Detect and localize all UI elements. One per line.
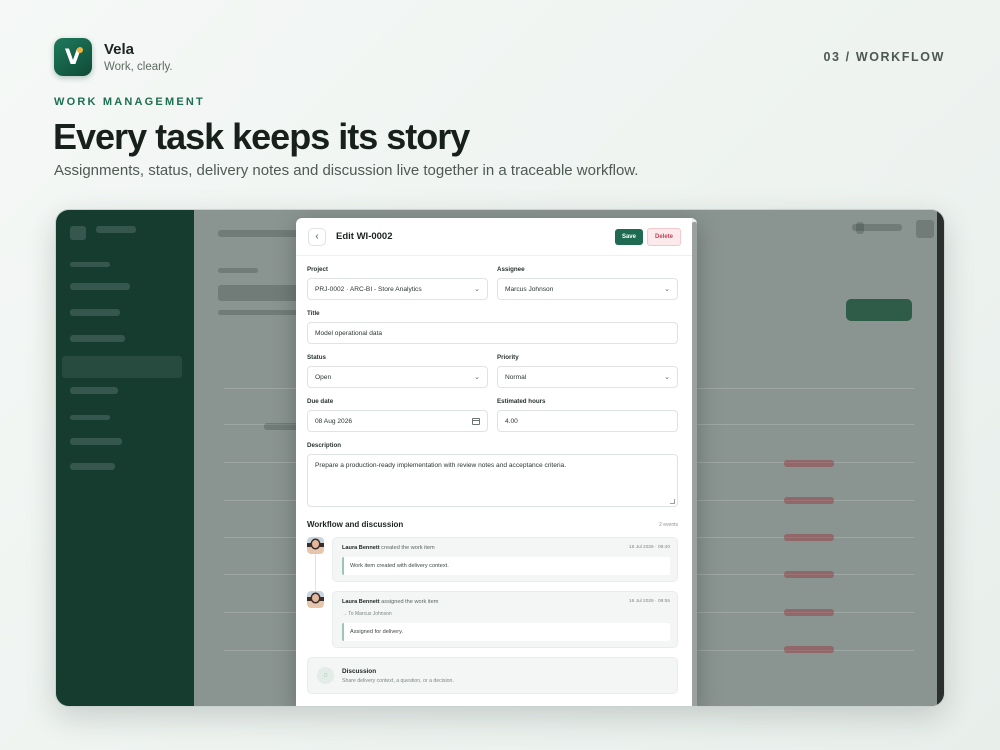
chevron-left-icon: ‹ [315, 231, 319, 242]
subline: Assignments, status, delivery notes and … [54, 162, 639, 179]
event-actor: Laura Bennett [342, 545, 380, 551]
avatar [307, 537, 324, 554]
brand: V Vela Work, clearly. [54, 38, 173, 76]
brand-tagline: Work, clearly. [104, 61, 173, 73]
logo-dot [77, 47, 83, 53]
event-timestamp: 16 Jul 2026 · 09:40 [628, 545, 670, 550]
priority-label: Priority [497, 354, 519, 361]
chevron-down-icon: ⌄ [474, 374, 480, 381]
priority-value: Normal [505, 373, 527, 381]
due-date-value: 08 Aug 2026 [315, 417, 353, 425]
save-button[interactable]: Save [614, 228, 643, 245]
project-label: Project [307, 266, 328, 273]
assignee-value: Marcus Johnson [505, 285, 554, 293]
vela-logo: V [54, 38, 92, 76]
event-assignee-target: → To Marcus Johnson [342, 611, 392, 617]
status-label: Status [307, 354, 326, 361]
workflow-event-count: 2 events [659, 521, 678, 528]
discussion-panel[interactable]: ◌ Discussion Share delivery context, a q… [307, 657, 678, 694]
modal-scrollbar[interactable] [692, 218, 697, 706]
due-date-label: Due date [307, 398, 334, 405]
event-card: Laura Bennett created the work item 16 J… [332, 537, 678, 582]
due-date-input[interactable]: 08 Aug 2026 [307, 410, 488, 432]
event-note: Work item created with delivery context. [342, 557, 670, 575]
event-timestamp: 16 Jul 2026 · 09:55 [628, 599, 670, 604]
description-label: Description [307, 442, 342, 449]
timeline-event: Laura Bennett assigned the work item 16 … [307, 591, 678, 648]
event-summary: Laura Bennett assigned the work item [342, 599, 438, 605]
assignee-select[interactable]: Marcus Johnson ⌄ [497, 278, 678, 300]
chat-bubble-icon: ◌ [317, 667, 334, 684]
calendar-icon[interactable] [472, 417, 480, 425]
chevron-down-icon: ⌄ [664, 286, 670, 293]
event-card: Laura Bennett assigned the work item 16 … [332, 591, 678, 648]
priority-select[interactable]: Normal ⌄ [497, 366, 678, 388]
resize-handle-icon[interactable] [670, 499, 675, 504]
status-value: Open [315, 373, 332, 381]
event-note: Assigned for delivery. [342, 623, 670, 641]
project-select[interactable]: PRJ-0002 · ARC-BI - Store Analytics ⌄ [307, 278, 488, 300]
event-action: created the work item [381, 545, 435, 551]
page-scrollbar[interactable] [937, 210, 944, 706]
app-screenshot: ‹ Edit WI-0002 Save Delete Project PRJ-0… [55, 209, 945, 707]
timeline-event: Laura Bennett created the work item 16 J… [307, 537, 678, 582]
description-textarea[interactable]: Prepare a production-ready implementatio… [307, 454, 678, 507]
event-summary: Laura Bennett created the work item [342, 545, 435, 551]
back-button[interactable]: ‹ [308, 227, 326, 246]
estimated-hours-label: Estimated hours [497, 398, 546, 405]
event-actor: Laura Bennett [342, 599, 380, 605]
title-input[interactable]: Model operational data [307, 322, 678, 344]
workflow-title: Workflow and discussion [307, 520, 404, 529]
section-indicator: 03 / WORKFLOW [823, 50, 945, 64]
description-value: Prepare a production-ready implementatio… [315, 462, 567, 469]
estimated-hours-input[interactable]: 4.00 [497, 410, 678, 432]
background-sidebar [56, 210, 194, 706]
status-select[interactable]: Open ⌄ [307, 366, 488, 388]
brand-name: Vela [104, 41, 135, 58]
assignee-label: Assignee [497, 266, 525, 273]
workflow-timeline: Laura Bennett created the work item 16 J… [307, 537, 678, 648]
estimated-hours-value: 4.00 [505, 417, 518, 425]
discussion-title: Discussion [342, 667, 377, 675]
headline: Every task keeps its story [53, 116, 470, 157]
delete-button[interactable]: Delete [646, 227, 681, 246]
modal-title: Edit WI-0002 [336, 231, 393, 242]
event-action: assigned the work item [381, 599, 439, 605]
discussion-subtitle: Share delivery context, a question, or a… [342, 677, 454, 684]
eyebrow: WORK MANAGEMENT [54, 96, 205, 108]
chevron-down-icon: ⌄ [664, 374, 670, 381]
avatar [307, 591, 324, 608]
chevron-down-icon: ⌄ [474, 286, 480, 293]
title-value: Model operational data [315, 329, 383, 337]
project-value: PRJ-0002 · ARC-BI - Store Analytics [315, 285, 422, 293]
edit-work-item-modal: ‹ Edit WI-0002 Save Delete Project PRJ-0… [296, 218, 697, 706]
modal-header: ‹ Edit WI-0002 Save Delete [296, 218, 697, 256]
title-label: Title [307, 310, 320, 317]
